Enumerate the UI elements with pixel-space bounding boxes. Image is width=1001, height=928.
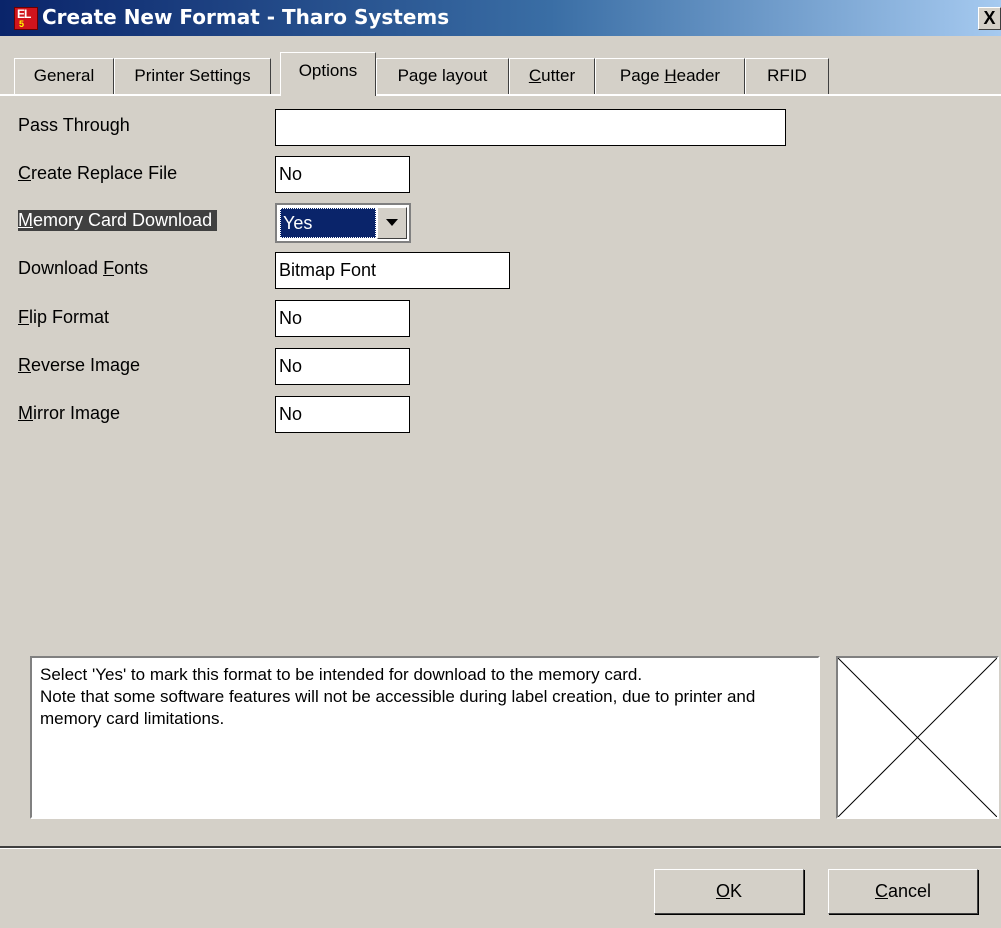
label-pass-through: Pass Through [18,115,130,135]
bottom-separator [0,846,1001,849]
cancel-button[interactable]: Cancel [828,869,978,914]
title-bar: EL 5 Create New Format - Tharo Systems X [0,0,1001,36]
help-description: Select 'Yes' to mark this format to be i… [30,656,820,819]
tab-divider [0,94,1001,96]
tab-rfid[interactable]: RFID [745,58,829,94]
pass-through-input[interactable] [275,109,786,146]
download-fonts-field[interactable]: Bitmap Font [275,252,510,289]
label-mirror-image: Mirror Image [18,403,121,423]
mirror-image-field[interactable]: No [275,396,410,433]
tab-strip: General Printer Settings Options Page la… [0,48,1001,96]
close-icon: X [983,8,996,28]
label-reverse-image: Reverse Image [18,355,141,375]
label-memory-card-download: Memory Card Download [18,210,218,231]
close-button[interactable]: X [978,7,1001,30]
chevron-down-icon [386,219,398,226]
tab-general[interactable]: General [14,58,114,94]
help-line-1: Select 'Yes' to mark this format to be i… [40,665,643,684]
memory-card-download-value: Yes [280,208,376,238]
label-download-fonts: Download Fonts [18,258,149,278]
empty-image-icon [838,658,997,817]
reverse-image-field[interactable]: No [275,348,410,385]
memory-card-download-select[interactable]: Yes [275,203,411,243]
tab-options[interactable]: Options [280,52,376,96]
dropdown-button[interactable] [377,207,407,239]
label-flip-format: Flip Format [18,307,110,327]
preview-image-placeholder [836,656,999,819]
help-line-2: Note that some software features will no… [40,687,756,728]
tab-page-header[interactable]: Page Header [595,58,745,94]
app-logo-icon: EL 5 [14,7,38,30]
window-title: Create New Format - Tharo Systems [42,5,450,29]
tab-page-layout[interactable]: Page layout [376,58,509,94]
flip-format-field[interactable]: No [275,300,410,337]
label-create-replace-file: Create Replace File [18,163,178,183]
create-replace-file-field[interactable]: No [275,156,410,193]
tab-cutter[interactable]: Cutter [509,58,595,94]
ok-button[interactable]: OK [654,869,804,914]
tab-printer-settings[interactable]: Printer Settings [114,58,271,94]
